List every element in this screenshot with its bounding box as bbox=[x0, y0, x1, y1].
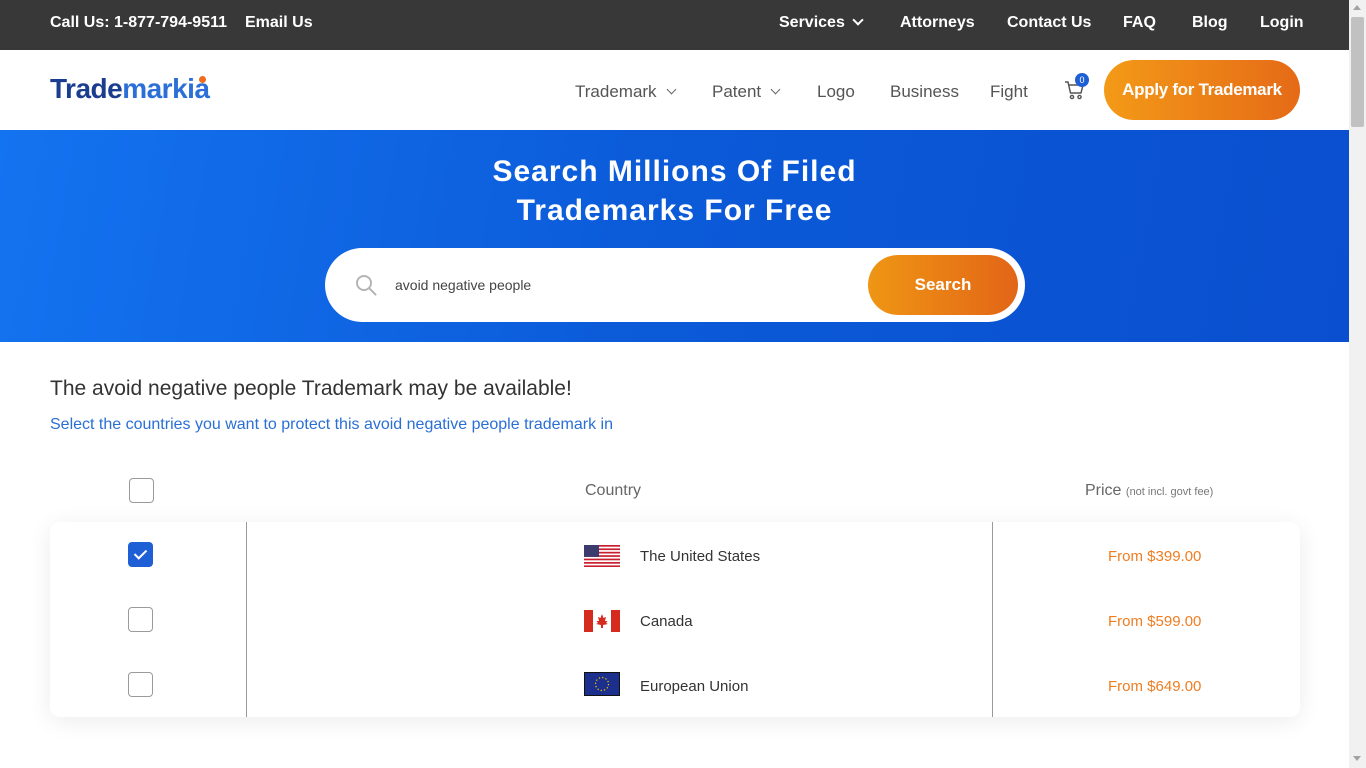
nav-trademark-label: Trademark bbox=[575, 82, 657, 101]
availability-heading: The avoid negative people Trademark may … bbox=[50, 377, 572, 400]
country-price: From $599.00 bbox=[1108, 613, 1202, 630]
us-flag-icon bbox=[584, 545, 620, 567]
search-bar: Search bbox=[325, 248, 1025, 322]
logo-text-markia: markia bbox=[122, 73, 210, 104]
page-scrollbar[interactable] bbox=[1349, 0, 1366, 768]
hero-title-line-2: Trademarks For Free bbox=[516, 194, 833, 227]
select-all-checkbox[interactable] bbox=[129, 478, 154, 503]
hero-banner: Search Millions Of Filed Trademarks For … bbox=[0, 130, 1349, 342]
table-row: European Union From $649.00 bbox=[50, 652, 1300, 717]
hero-title: Search Millions Of Filed Trademarks For … bbox=[0, 152, 1349, 230]
chevron-down-icon bbox=[770, 84, 781, 95]
services-label: Services bbox=[779, 14, 845, 31]
chevron-down-icon bbox=[666, 84, 677, 95]
main-nav: Trademarkia Trademark Patent Logo Busine… bbox=[0, 50, 1349, 130]
select-countries-text: Select the countries you want to protect… bbox=[50, 416, 613, 433]
contact-us-link[interactable]: Contact Us bbox=[1007, 14, 1091, 32]
country-checkbox-us[interactable] bbox=[128, 542, 153, 567]
country-checkbox-canada[interactable] bbox=[128, 607, 153, 632]
nav-patent-label: Patent bbox=[712, 82, 762, 101]
eu-flag-icon bbox=[584, 672, 620, 696]
faq-link[interactable]: FAQ bbox=[1123, 14, 1156, 32]
country-name: European Union bbox=[640, 678, 749, 695]
country-name: Canada bbox=[640, 613, 693, 630]
price-header-note: (not incl. govt fee) bbox=[1125, 486, 1214, 498]
apply-for-trademark-button[interactable]: Apply for Trademark bbox=[1104, 60, 1300, 120]
search-icon bbox=[356, 275, 377, 296]
nav-trademark-menu[interactable]: Trademark bbox=[575, 82, 677, 102]
country-name: The United States bbox=[640, 548, 761, 565]
email-us-link[interactable]: Email Us bbox=[245, 14, 313, 32]
country-price: From $649.00 bbox=[1108, 678, 1202, 695]
price-column-header: Price (not incl. govt fee) bbox=[1085, 482, 1213, 500]
country-column-header: Country bbox=[585, 482, 642, 499]
nav-fight-link[interactable]: Fight bbox=[990, 82, 1028, 102]
login-link[interactable]: Login bbox=[1260, 14, 1304, 32]
nav-business-link[interactable]: Business bbox=[890, 82, 959, 102]
logo-text-trade: Trade bbox=[50, 73, 123, 104]
chevron-down-icon bbox=[852, 14, 864, 26]
country-checkbox-eu[interactable] bbox=[128, 672, 153, 697]
search-input[interactable] bbox=[395, 272, 855, 298]
attorneys-link[interactable]: Attorneys bbox=[900, 14, 975, 32]
blog-link[interactable]: Blog bbox=[1192, 14, 1228, 32]
search-button[interactable]: Search bbox=[868, 255, 1018, 315]
trademarkia-logo[interactable]: Trademarkia bbox=[50, 73, 210, 105]
nav-patent-menu[interactable]: Patent bbox=[712, 82, 781, 102]
top-bar: Call Us: 1-877-794-9511 Email Us Service… bbox=[0, 0, 1349, 50]
cart-count-badge: 0 bbox=[1075, 73, 1089, 87]
table-row: Canada From $599.00 bbox=[50, 587, 1300, 652]
scroll-down-arrow-icon[interactable] bbox=[1353, 756, 1361, 761]
call-us-link[interactable]: Call Us: 1-877-794-9511 bbox=[50, 14, 227, 32]
cart-button[interactable]: 0 bbox=[1064, 73, 1089, 101]
logo-dot bbox=[199, 76, 206, 83]
table-row: The United States From $399.00 bbox=[50, 522, 1300, 587]
country-price: From $399.00 bbox=[1108, 548, 1202, 565]
scrollbar-thumb[interactable] bbox=[1351, 17, 1364, 127]
hero-title-line-1: Search Millions Of Filed bbox=[492, 155, 857, 188]
countries-table: The United States From $399.00 Canada Fr… bbox=[50, 522, 1300, 717]
services-menu[interactable]: Services bbox=[779, 14, 864, 32]
scroll-up-arrow-icon[interactable] bbox=[1353, 5, 1361, 10]
canada-flag-icon bbox=[584, 610, 620, 632]
nav-logo-link[interactable]: Logo bbox=[817, 82, 855, 102]
price-header-label: Price bbox=[1085, 482, 1122, 499]
